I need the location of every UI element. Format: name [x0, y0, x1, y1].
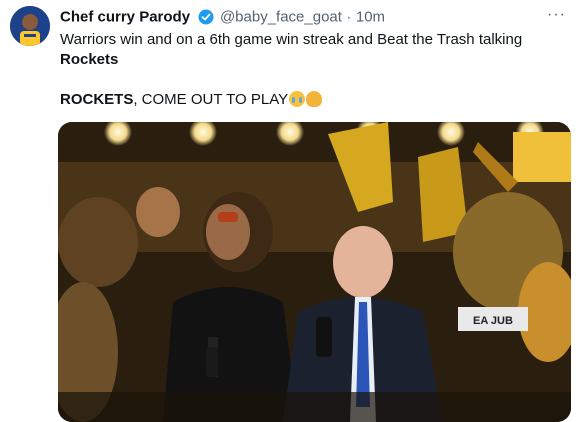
crying-face-emoji-icon — [289, 91, 306, 107]
tweet-text: Warriors win and on a 6th game win strea… — [60, 30, 560, 110]
tweet-text-bold: ROCKETS — [60, 91, 134, 108]
tweet-text-rest: , COME OUT TO PLAY — [133, 91, 289, 108]
tweet-video[interactable]: EA JUB — [58, 122, 571, 422]
tweet-text-line2: Rockets — [60, 51, 119, 68]
ok-hand-emoji-icon — [306, 91, 323, 107]
video-frame-image: EA JUB — [58, 122, 571, 422]
header-separator: · — [346, 8, 352, 26]
author-name[interactable]: Chef curry Parody — [60, 8, 190, 25]
tweet-header: Chef curry Parody @baby_face_goat · 10m — [60, 8, 564, 28]
verified-badge-icon — [198, 9, 214, 25]
author-avatar[interactable] — [10, 6, 50, 46]
media-sign-text: EA JUB — [473, 315, 513, 327]
author-handle[interactable]: @baby_face_goat — [220, 8, 342, 25]
more-options-button[interactable]: ··· — [547, 6, 566, 24]
tweet-text-line1: Warriors win and on a 6th game win strea… — [60, 31, 523, 48]
avatar-image — [10, 6, 50, 46]
tweet-timestamp[interactable]: 10m — [356, 8, 385, 25]
tweet-text-line3: ROCKETS, COME OUT TO PLAY — [60, 90, 560, 110]
